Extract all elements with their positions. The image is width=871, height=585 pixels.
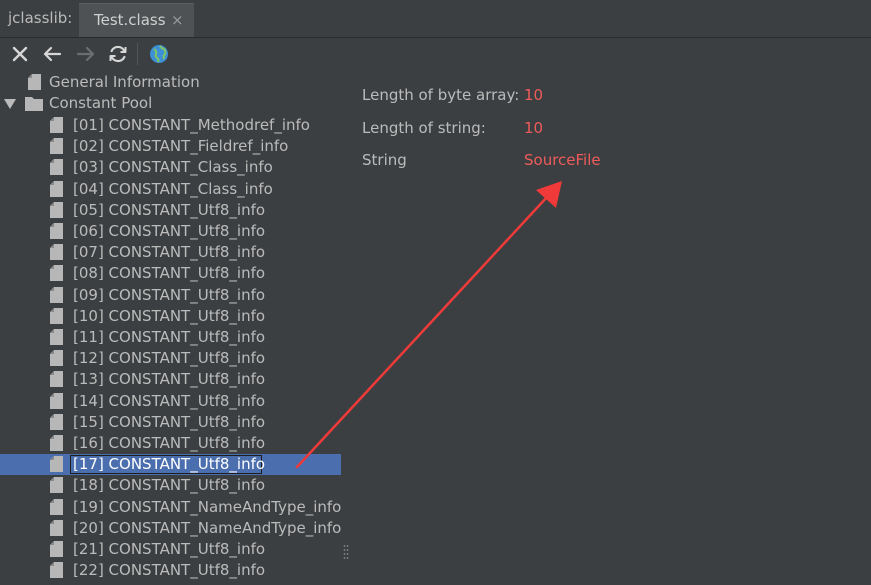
constant-pool-item-label: [18] CONSTANT_Utf8_info <box>73 476 266 494</box>
length-string-value: 10 <box>524 119 544 137</box>
constant-pool-item-label: [20] CONSTANT_NameAndType_info <box>73 519 342 537</box>
constant-pool-item[interactable]: [09] CONSTANT_Utf8_info <box>0 285 345 306</box>
string-label: String <box>362 151 407 169</box>
constant-pool-item-label: [07] CONSTANT_Utf8_info <box>73 243 266 261</box>
file-icon <box>50 456 63 472</box>
constant-pool-item-label: [09] CONSTANT_Utf8_info <box>73 286 266 304</box>
constant-pool-item[interactable]: [01] CONSTANT_Methodref_info <box>0 115 345 136</box>
constant-pool-item-label: [02] CONSTANT_Fieldref_info <box>73 137 289 155</box>
constant-pool-item-label: [16] CONSTANT_Utf8_info <box>73 434 266 452</box>
file-icon <box>50 181 63 197</box>
constant-pool-item[interactable]: [04] CONSTANT_Class_info <box>0 179 345 200</box>
constant-pool-item[interactable]: [19] CONSTANT_NameAndType_info <box>0 497 345 518</box>
constant-pool-item-label: [14] CONSTANT_Utf8_info <box>73 392 266 410</box>
constant-pool-item-label: [06] CONSTANT_Utf8_info <box>73 222 266 240</box>
file-icon <box>50 499 63 515</box>
constant-pool-item[interactable]: [12] CONSTANT_Utf8_info <box>0 348 345 369</box>
constant-pool-item-label: [08] CONSTANT_Utf8_info <box>73 264 266 282</box>
refresh-icon[interactable] <box>106 42 130 66</box>
file-icon <box>50 329 63 345</box>
tab-test-class[interactable]: Test.class × <box>79 3 194 37</box>
file-icon <box>50 541 63 557</box>
class-structure-tree: General Information Constant Pool [01] C… <box>0 72 349 585</box>
constant-pool-item[interactable]: [21] CONSTANT_Utf8_info <box>0 539 345 560</box>
detail-panel: Length of byte array: 10 Length of strin… <box>345 72 871 585</box>
close-icon[interactable] <box>8 42 32 66</box>
expand-triangle-icon[interactable] <box>4 99 16 109</box>
constant-pool-item[interactable]: [13] CONSTANT_Utf8_info <box>0 369 345 390</box>
constant-pool-item-label: [05] CONSTANT_Utf8_info <box>73 201 266 219</box>
file-icon <box>50 562 63 578</box>
file-icon <box>50 520 63 536</box>
constant-pool-item-label: [21] CONSTANT_Utf8_info <box>73 540 266 558</box>
constant-pool-item[interactable]: [22] CONSTANT_Utf8_info <box>0 560 345 581</box>
constant-pool-item[interactable]: [10] CONSTANT_Utf8_info <box>0 306 345 327</box>
constant-pool-item-label: [03] CONSTANT_Class_info <box>73 158 273 176</box>
constant-pool-item[interactable]: [05] CONSTANT_Utf8_info <box>0 200 345 221</box>
constant-pool-item-label: [17] CONSTANT_Utf8_info <box>73 455 266 473</box>
constant-pool-item[interactable]: [16] CONSTANT_Utf8_info <box>0 433 345 454</box>
length-byte-array-value: 10 <box>524 86 544 104</box>
constant-pool-item-label: [19] CONSTANT_NameAndType_info <box>73 498 342 516</box>
constant-pool-item[interactable]: [20] CONSTANT_NameAndType_info <box>0 518 345 539</box>
file-icon <box>50 244 63 260</box>
file-icon <box>50 138 63 154</box>
constant-pool-item[interactable]: [18] CONSTANT_Utf8_info <box>0 475 345 496</box>
tree-item-label: General Information <box>49 73 200 91</box>
back-arrow-icon[interactable] <box>40 42 64 66</box>
constant-pool-item[interactable]: [17] CONSTANT_Utf8_info <box>0 454 341 475</box>
constant-pool-item[interactable]: [06] CONSTANT_Utf8_info <box>0 221 345 242</box>
tab-bar: jclasslib: Test.class × <box>0 0 871 38</box>
constant-pool-item[interactable]: [07] CONSTANT_Utf8_info <box>0 242 345 263</box>
file-icon <box>50 117 63 133</box>
toolbar <box>0 38 871 70</box>
constant-pool-item-label: [22] CONSTANT_Utf8_info <box>73 561 266 579</box>
file-icon <box>50 371 63 387</box>
file-icon <box>50 159 63 175</box>
file-icon <box>50 223 63 239</box>
forward-arrow-icon[interactable] <box>74 42 98 66</box>
tool-window-title: jclasslib: <box>8 9 73 27</box>
constant-pool-item-label: [11] CONSTANT_Utf8_info <box>73 328 266 346</box>
file-icon <box>50 477 63 493</box>
file-icon <box>50 350 63 366</box>
constant-pool-item-label: [12] CONSTANT_Utf8_info <box>73 349 266 367</box>
constant-pool-item[interactable]: [08] CONSTANT_Utf8_info <box>0 263 345 284</box>
tree-item-label: Constant Pool <box>49 94 153 112</box>
file-icon <box>50 265 63 281</box>
file-icon <box>50 202 63 218</box>
constant-pool-item[interactable]: [11] CONSTANT_Utf8_info <box>0 327 345 348</box>
tree-item-general-information[interactable]: General Information <box>0 72 345 93</box>
tab-label: Test.class <box>94 11 166 29</box>
toolbar-separator <box>137 43 138 65</box>
tree-item-constant-pool[interactable]: Constant Pool <box>0 93 345 114</box>
constant-pool-item-label: [13] CONSTANT_Utf8_info <box>73 370 266 388</box>
constant-pool-item-label: [10] CONSTANT_Utf8_info <box>73 307 266 325</box>
constant-pool-item[interactable]: [15] CONSTANT_Utf8_info <box>0 412 345 433</box>
constant-pool-item-label: [04] CONSTANT_Class_info <box>73 180 273 198</box>
constant-pool-item-label: [01] CONSTANT_Methodref_info <box>73 116 310 134</box>
globe-icon[interactable] <box>147 42 171 66</box>
file-icon <box>50 435 63 451</box>
file-icon <box>50 287 63 303</box>
file-icon <box>28 74 41 90</box>
file-icon <box>50 308 63 324</box>
constant-pool-item-label: [15] CONSTANT_Utf8_info <box>73 413 266 431</box>
length-string-label: Length of string: <box>362 119 486 137</box>
constant-pool-item[interactable]: [14] CONSTANT_Utf8_info <box>0 391 345 412</box>
constant-pool-item[interactable]: [03] CONSTANT_Class_info <box>0 157 345 178</box>
folder-icon <box>25 97 43 111</box>
length-byte-array-label: Length of byte array: <box>362 86 520 104</box>
constant-pool-item[interactable]: [02] CONSTANT_Fieldref_info <box>0 136 345 157</box>
string-value: SourceFile <box>524 151 601 169</box>
file-icon <box>50 414 63 430</box>
tab-close-icon[interactable]: × <box>171 4 184 36</box>
file-icon <box>50 393 63 409</box>
